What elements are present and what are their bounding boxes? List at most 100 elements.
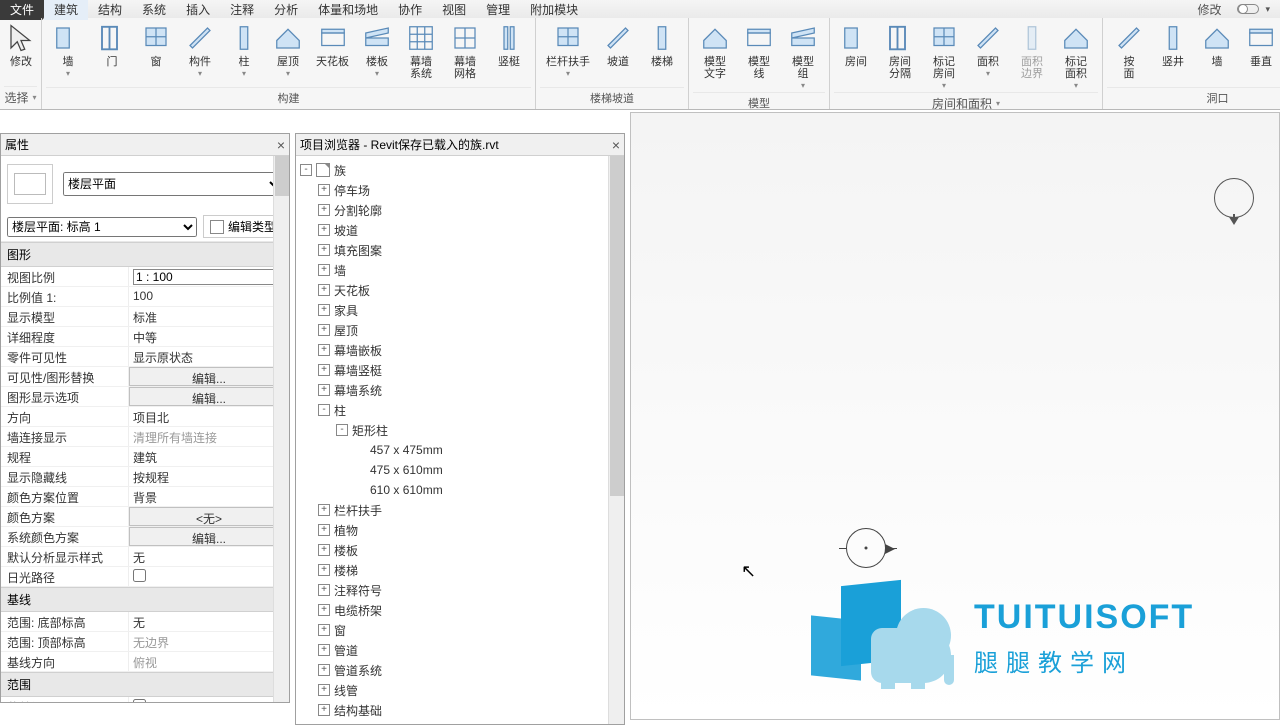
menu-file[interactable]: 文件 [0, 0, 44, 20]
expand-icon[interactable]: + [318, 604, 330, 616]
tree-node[interactable]: +植物 [300, 520, 620, 540]
expand-icon[interactable]: + [318, 184, 330, 196]
竖井-button[interactable]: 竖井 [1151, 20, 1195, 70]
房间-分隔-button[interactable]: 房间 分隔 [878, 20, 922, 82]
幕墙-系统-button[interactable]: 幕墙 系统 [399, 20, 443, 82]
expand-icon[interactable]: + [318, 544, 330, 556]
prop-value[interactable]: 100 [129, 287, 289, 306]
楼梯-button[interactable]: 楼梯 [640, 20, 684, 70]
tree-node[interactable]: +分割轮廓 [300, 200, 620, 220]
tree-node[interactable]: +注释符号 [300, 580, 620, 600]
坡道-button[interactable]: 坡道 [596, 20, 640, 70]
天花板-button[interactable]: 天花板 [310, 20, 355, 70]
menu-struct[interactable]: 结构 [88, 0, 132, 20]
menu-sys[interactable]: 系统 [132, 0, 176, 20]
面积-button[interactable]: 面积 [966, 20, 1010, 80]
expand-icon[interactable]: + [318, 684, 330, 696]
expand-icon[interactable]: + [318, 584, 330, 596]
collapse-icon[interactable]: - [300, 164, 312, 176]
幕墙-网格-button[interactable]: 幕墙 网格 [443, 20, 487, 82]
expand-icon[interactable]: + [318, 304, 330, 316]
tree-node[interactable]: 610 x 610mm [300, 480, 620, 500]
tree-node[interactable]: +填充图案 [300, 240, 620, 260]
menu-anno[interactable]: 注释 [220, 0, 264, 20]
prop-checkbox[interactable] [133, 699, 146, 702]
browser-scrollbar[interactable] [608, 156, 624, 724]
drawing-canvas[interactable]: ↖ TUITUISOFT 腿腿教学网 [630, 112, 1280, 720]
switch-icon[interactable] [1237, 4, 1259, 14]
properties-title-bar[interactable]: 属性 × [1, 134, 289, 156]
prop-value[interactable]: 显示原状态 [129, 347, 289, 366]
collapse-icon[interactable]: - [318, 404, 330, 416]
prop-value[interactable]: 俯视 [129, 652, 289, 671]
模型-组-button[interactable]: 模型 组 [781, 20, 825, 92]
按-面-button[interactable]: 按 面 [1107, 20, 1151, 82]
门-button[interactable]: 门 [90, 20, 134, 70]
prop-edit-button[interactable]: 编辑... [129, 387, 289, 406]
标记-面积-button[interactable]: 标记 面积 [1054, 20, 1098, 92]
tree-node[interactable]: +管道 [300, 640, 620, 660]
prop-value[interactable]: 无边界 [129, 632, 289, 651]
prop-value[interactable]: 清理所有墙连接 [129, 427, 289, 446]
tree-node[interactable]: +幕墙竖梃 [300, 360, 620, 380]
墙-button[interactable]: 墙 [46, 20, 90, 80]
tree-node[interactable]: +坡道 [300, 220, 620, 240]
窗-button[interactable]: 窗 [134, 20, 178, 70]
tree-node[interactable]: -柱 [300, 400, 620, 420]
expand-icon[interactable]: + [318, 644, 330, 656]
标记-房间-button[interactable]: 标记 房间 [922, 20, 966, 92]
expand-icon[interactable]: + [318, 504, 330, 516]
tree-node[interactable]: +家具 [300, 300, 620, 320]
prop-edit-button[interactable]: 编辑... [129, 527, 289, 546]
tree-node[interactable]: +线管 [300, 680, 620, 700]
tree-node[interactable]: +管道系统 [300, 660, 620, 680]
close-icon[interactable]: × [612, 137, 620, 153]
tree-node[interactable]: 457 x 475mm [300, 440, 620, 460]
menu-arch[interactable]: 建筑 [44, 0, 88, 20]
prop-value[interactable]: 建筑 [129, 447, 289, 466]
expand-icon[interactable]: + [318, 524, 330, 536]
prop-value[interactable]: 项目北 [129, 407, 289, 426]
tree-node[interactable]: +楼板 [300, 540, 620, 560]
menu-addin[interactable]: 附加模块 [520, 0, 588, 20]
expand-icon[interactable]: + [318, 564, 330, 576]
menu-anal[interactable]: 分析 [264, 0, 308, 20]
menu-manage[interactable]: 管理 [476, 0, 520, 20]
expand-icon[interactable]: + [318, 344, 330, 356]
tree-node[interactable]: +楼梯 [300, 560, 620, 580]
expand-icon[interactable]: + [318, 324, 330, 336]
expand-icon[interactable]: + [318, 384, 330, 396]
prop-checkbox[interactable] [133, 569, 146, 582]
expand-icon[interactable]: + [318, 704, 330, 716]
expand-icon[interactable]: + [318, 224, 330, 236]
楼板-button[interactable]: 楼板 [355, 20, 399, 80]
prop-value[interactable]: 无 [129, 612, 289, 631]
房间-button[interactable]: 房间 [834, 20, 878, 70]
tree-node[interactable]: -矩形柱 [300, 420, 620, 440]
prop-edit-button[interactable]: <无> [129, 507, 289, 526]
expand-icon[interactable]: + [318, 264, 330, 276]
expand-icon[interactable]: + [318, 664, 330, 676]
modify-button[interactable]: 修改 [4, 20, 38, 70]
模型-文字-button[interactable]: 模型 文字 [693, 20, 737, 82]
柱-button[interactable]: 柱 [222, 20, 266, 80]
navigation-compass[interactable] [1214, 178, 1254, 218]
tree-node[interactable]: +幕墙系统 [300, 380, 620, 400]
menu-insert[interactable]: 插入 [176, 0, 220, 20]
expand-icon[interactable]: + [318, 244, 330, 256]
tree-node[interactable]: +窗 [300, 620, 620, 640]
menu-modify[interactable]: 修改 [1187, 0, 1231, 20]
category-selector[interactable]: 楼层平面: 标高 1 [7, 217, 197, 237]
prop-input[interactable] [133, 269, 285, 285]
close-icon[interactable]: × [277, 137, 285, 153]
menu-mass[interactable]: 体量和场地 [308, 0, 388, 20]
tree-node[interactable]: +停车场 [300, 180, 620, 200]
collapse-icon[interactable]: - [336, 424, 348, 436]
browser-tree[interactable]: -族+停车场+分割轮廓+坡道+填充图案+墙+天花板+家具+屋顶+幕墙嵌板+幕墙竖… [296, 156, 624, 724]
expand-icon[interactable]: + [318, 364, 330, 376]
view-target[interactable] [846, 528, 886, 568]
expand-icon[interactable]: + [318, 284, 330, 296]
prop-value[interactable]: 中等 [129, 327, 289, 346]
构件-button[interactable]: 构件 [178, 20, 222, 80]
prop-value[interactable]: 无 [129, 547, 289, 566]
